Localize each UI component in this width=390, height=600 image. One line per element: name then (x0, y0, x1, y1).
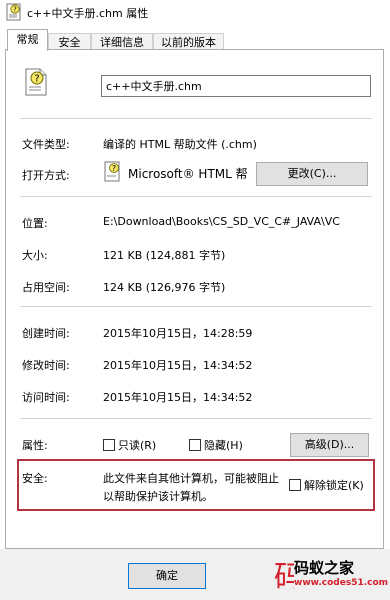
svg-text:?: ? (34, 74, 39, 85)
modified-value: 2015年10月15日，14:34:52 (103, 359, 253, 372)
created-value: 2015年10月15日，14:28:59 (103, 327, 253, 340)
divider (20, 118, 372, 119)
chm-file-icon: ? (25, 68, 47, 96)
security-label: 安全: (22, 472, 48, 485)
help-app-icon: ? (104, 161, 120, 182)
size-on-disk-value: 124 KB (126,976 字节) (103, 281, 226, 294)
security-text-line2: 以帮助保护该计算机。 (103, 490, 213, 503)
location-value: E:\Download\Books\CS_SD_VC_C#_JAVA\VC (103, 215, 340, 228)
security-text-line1: 此文件来自其他计算机，可能被阻止 (103, 472, 279, 485)
attributes-label: 属性: (22, 439, 48, 452)
file-type-value: 编译的 HTML 帮助文件 (.chm) (103, 138, 257, 151)
advanced-button[interactable]: 高级(D)... (290, 433, 369, 457)
size-value: 121 KB (124,881 字节) (103, 249, 226, 262)
created-label: 创建时间: (22, 327, 70, 340)
divider (20, 196, 372, 197)
tab-details[interactable]: 详细信息 (91, 33, 153, 50)
readonly-label[interactable]: 只读(R) (118, 437, 156, 453)
divider (20, 306, 372, 307)
svg-text:?: ? (112, 164, 116, 173)
tab-strip: 常规 安全 详细信息 以前的版本 (0, 26, 390, 51)
svg-text:码: 码 (274, 560, 294, 595)
tab-security[interactable]: 安全 (48, 33, 91, 50)
watermark-url: www.codes51.com (294, 578, 389, 588)
hidden-checkbox[interactable] (189, 439, 201, 451)
open-with-value: Microsoft® HTML 帮助 (128, 167, 248, 181)
watermark-brand: 码蚁之家 (294, 559, 355, 577)
watermark-logo-icon: 码 (274, 560, 294, 595)
unblock-checkbox[interactable] (289, 479, 301, 491)
svg-text:?: ? (13, 6, 17, 14)
hidden-label[interactable]: 隐藏(H) (204, 437, 243, 453)
chm-file-icon: ? (6, 3, 21, 21)
tab-general[interactable]: 常规 (7, 29, 48, 51)
unblock-label[interactable]: 解除锁定(K) (304, 477, 364, 493)
size-on-disk-label: 占用空间: (22, 281, 70, 294)
divider (20, 418, 372, 419)
open-with-label: 打开方式: (22, 169, 70, 182)
ok-button[interactable]: 确定 (128, 563, 206, 589)
location-label: 位置: (22, 217, 48, 230)
site-watermark: 码 码蚁之家 www.codes51.com (272, 555, 390, 600)
file-type-label: 文件类型: (22, 138, 70, 151)
accessed-label: 访问时间: (22, 391, 70, 404)
tab-previous-versions[interactable]: 以前的版本 (153, 33, 224, 50)
accessed-value: 2015年10月15日，14:34:52 (103, 391, 253, 404)
readonly-checkbox[interactable] (103, 439, 115, 451)
window-title: c++中文手册.chm 属性 (27, 7, 149, 20)
modified-label: 修改时间: (22, 359, 70, 372)
file-name-field[interactable] (101, 75, 371, 97)
title-bar: ? c++中文手册.chm 属性 (0, 0, 390, 26)
size-label: 大小: (22, 249, 48, 262)
change-button[interactable]: 更改(C)... (256, 162, 368, 186)
